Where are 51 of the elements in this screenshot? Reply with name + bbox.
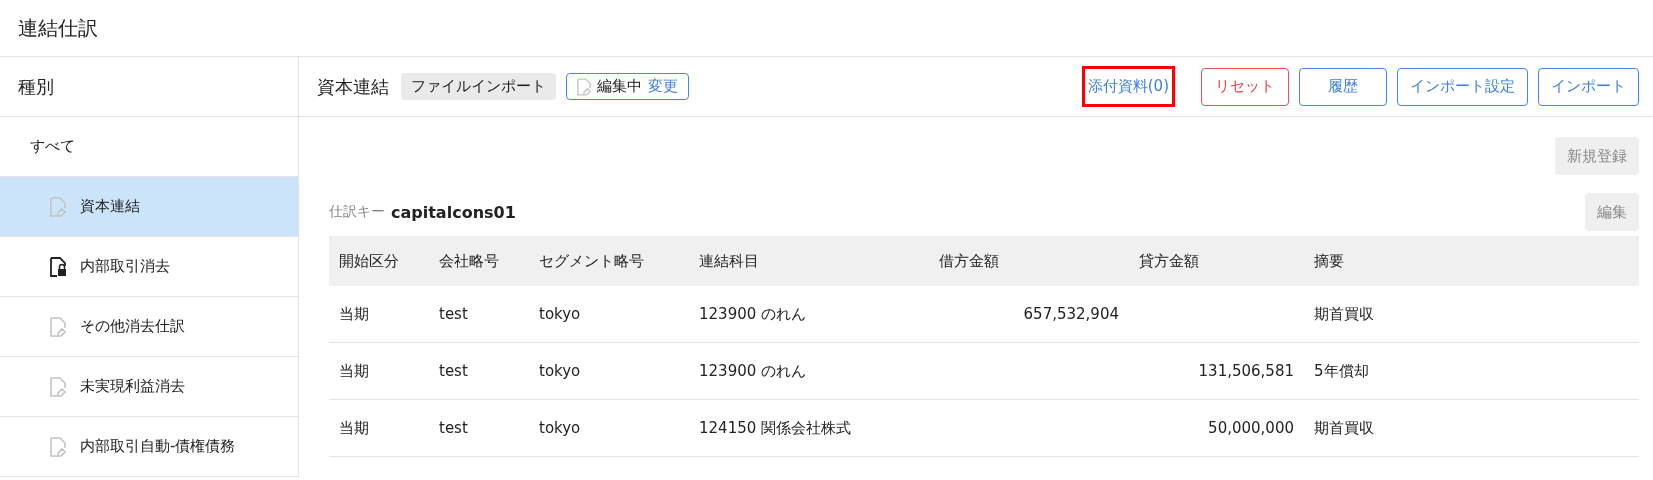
sidebar-heading: 種別: [18, 74, 54, 99]
column-header: 連結科目: [689, 236, 929, 286]
table-cell: 当期: [339, 304, 369, 323]
journal-key-label: 仕訳キー: [329, 203, 385, 221]
table-cell: tokyo: [539, 419, 581, 437]
table-cell: 期首買収: [1314, 304, 1374, 323]
table-cell: 当期: [339, 361, 369, 380]
table-cell: 期首買収: [1314, 418, 1374, 437]
column-header: 貸方金額: [1129, 236, 1304, 286]
column-header: セグメント略号: [529, 236, 689, 286]
table-cell: 124150 関係会社株式: [699, 418, 852, 437]
sidebar-item[interactable]: 資本連結: [0, 177, 298, 237]
table-cell: test: [439, 419, 468, 437]
table-cell: 123900 のれん: [699, 361, 807, 380]
document-edit-icon: [577, 77, 591, 96]
change-link[interactable]: 変更: [648, 77, 678, 96]
sidebar-item[interactable]: その他消去仕訳: [0, 297, 298, 357]
status-label: 編集中: [597, 77, 642, 96]
column-header: 会社略号: [429, 236, 529, 286]
sidebar-item[interactable]: 未実現利益消去: [0, 357, 298, 417]
sidebar-item[interactable]: 内部取引消去: [0, 237, 298, 297]
table-cell: 123900 のれん: [699, 304, 807, 323]
table-cell: 131,506,581: [1198, 362, 1294, 380]
table-cell: 50,000,000: [1208, 419, 1294, 437]
new-entry-button[interactable]: 新規登録: [1555, 137, 1639, 175]
journal-key-value: capitalcons01: [391, 202, 516, 222]
table-cell: 657,532,904: [1023, 305, 1119, 323]
column-header: 摘要: [1304, 236, 1639, 286]
document-edit-icon: [50, 196, 66, 217]
column-header: 開始区分: [329, 236, 429, 286]
section-title: 資本連結: [317, 74, 389, 99]
table-cell: tokyo: [539, 305, 581, 323]
attachments-link[interactable]: 添付資料(0): [1081, 66, 1175, 107]
document-lock-icon: [50, 256, 66, 277]
import-tag: ファイルインポート: [401, 73, 556, 100]
table-cell: test: [439, 305, 468, 323]
document-edit-icon: [50, 316, 66, 337]
toolbar-button[interactable]: インポート: [1538, 67, 1639, 106]
document-edit-icon: [50, 436, 66, 457]
table-cell: 当期: [339, 418, 369, 437]
page-title: 連結仕訳: [18, 14, 98, 42]
table-cell: 5年償却: [1314, 361, 1369, 380]
column-header: 借方金額: [929, 236, 1129, 286]
table-cell: test: [439, 362, 468, 380]
table-cell: tokyo: [539, 362, 581, 380]
toolbar-button[interactable]: リセット: [1201, 67, 1289, 106]
sidebar-item[interactable]: 内部取引自動-債権債務: [0, 417, 298, 477]
edit-button[interactable]: 編集: [1585, 193, 1639, 231]
toolbar-button[interactable]: 履歴: [1299, 67, 1387, 106]
document-edit-icon: [50, 376, 66, 397]
toolbar-button[interactable]: インポート設定: [1397, 67, 1528, 106]
